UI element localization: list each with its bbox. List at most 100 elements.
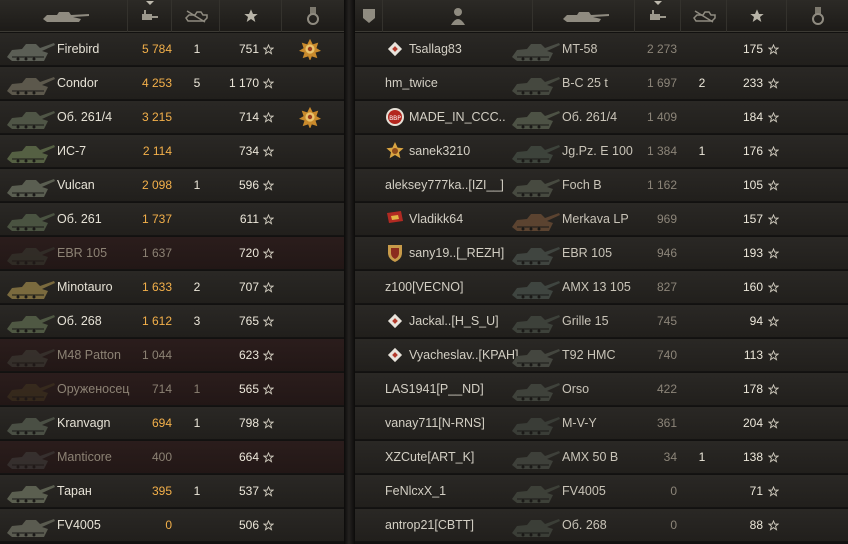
enemy-player-row[interactable]: aleksey777ka..[IZI__] Foch B1 162 105 [355,169,848,202]
damage-value: 740 [656,348,677,362]
damage-value: 1 633 [141,280,172,294]
destroyed-column-header[interactable] [681,0,727,32]
star-icon [767,315,780,327]
platoon-column-header[interactable] [355,0,383,32]
enemy-player-row[interactable]: sanek3210 Jg.Pz. E 100 1 384 1 176 [355,135,848,168]
kills-value [689,305,715,338]
shield-badge-icon [385,243,405,263]
tank-icon [509,137,561,166]
xp-value: 596 [238,178,259,192]
ally-player-row[interactable]: ИС-7 2 114 734 [0,135,344,168]
tank-icon [4,205,56,234]
enemy-player-row[interactable]: Vladikk64 Merkava LP 969 157 [355,203,848,236]
enemy-player-row[interactable]: sany19..[_REZH] EBR 105 946 193 [355,237,848,270]
kills-value: 1 [698,450,706,464]
enemy-player-row[interactable]: vanay711[N-RNS] M-V-Y 361 204 [355,407,848,440]
xp-value: 720 [238,246,259,260]
damage-value: 1 384 [646,144,677,158]
tank-name: Об. 261/4 [57,110,113,124]
enemy-player-row[interactable]: Tsallag83 MT-58 2 273 175 [355,33,848,66]
tank-name: Jg.Pz. E 100 [562,144,633,158]
tank-name: FV4005 [57,518,101,532]
svg-text:BBP: BBP [389,115,401,122]
damage-value: 0 [670,484,677,498]
destroyed-column-header[interactable] [172,0,220,32]
kills-value [182,509,212,542]
damage-column-header[interactable] [635,0,681,32]
kills-value [689,169,715,202]
enemy-player-row[interactable]: FeNlcxX_1 FV4005 0 71 [355,475,848,508]
tank-icon [4,307,56,336]
damage-column-header[interactable] [128,0,172,32]
kills-value [689,475,715,508]
tank-column-header[interactable] [533,0,635,32]
kills-value: 1 [193,416,201,430]
enemy-player-row[interactable]: BBP MADE_IN_CCC.. Об. 261/4 1 409 184 [355,101,848,134]
tank-icon [4,171,56,200]
enemy-player-row[interactable]: z100[VECNO] AMX 13 105 827 160 [355,271,848,304]
enemy-player-row[interactable]: Jackal..[H_S_U] Grille 15 745 94 [355,305,848,338]
star-icon [767,77,780,89]
star-icon [262,315,275,327]
kills-value: 1 [193,42,201,56]
xp-value: 623 [238,348,259,362]
damage-value: 1 637 [141,246,172,260]
ally-player-row[interactable]: FV4005 0 506 [0,509,344,542]
damage-value: 0 [670,518,677,532]
tank-icon [555,7,613,25]
ally-player-row[interactable]: EBR 105 1 637 720 [0,237,344,270]
destroyed-tank-icon [691,9,717,23]
medal-column-header[interactable] [787,0,848,32]
ally-player-row[interactable]: Об. 261 1 737 611 [0,203,344,236]
ally-player-row[interactable]: Vulcan 2 098 1 596 [0,169,344,202]
tank-column-header[interactable] [0,0,128,32]
tank-name: FV4005 [562,484,606,498]
medal-column-header[interactable] [282,0,344,32]
star-icon [262,43,275,55]
enemy-player-row[interactable]: Vyacheslav..[KPAH] T92 HMC 740 113 [355,339,848,372]
tank-name: T92 HMC [562,348,616,362]
ally-player-row[interactable]: Manticore 400 664 [0,441,344,474]
ally-player-row[interactable]: Таран 395 1 537 [0,475,344,508]
enemy-player-row[interactable]: XZCute[ART_K] AMX 50 B 34 1 138 [355,441,848,474]
tank-name: Merkava LP [562,212,629,226]
star-icon [749,8,765,24]
ally-player-row[interactable]: Об. 268 1 612 3 765 [0,305,344,338]
enemy-player-row[interactable]: LAS1941[P__ND] Orso 422 178 [355,373,848,406]
ally-player-row[interactable]: Оруженосец 714 1 565 [0,373,344,406]
star-icon [262,247,275,259]
ally-player-row[interactable]: M48 Patton 1 044 623 [0,339,344,372]
enemy-player-row[interactable]: antrop21[CBTT] Об. 268 0 88 [355,509,848,542]
ally-player-row[interactable]: Firebird 5 784 1 751 [0,33,344,66]
kills-value [689,407,715,440]
tank-icon [509,341,561,370]
medal-icon[interactable] [299,38,321,61]
tank-name: EBR 105 [562,246,613,260]
kills-value: 2 [193,280,201,294]
ally-player-row[interactable]: Minotauro 1 633 2 707 [0,271,344,304]
star-icon [767,145,780,157]
tank-name: AMX 50 B [562,450,619,464]
xp-value: 160 [742,280,763,294]
tank-name: Vulcan [57,178,95,192]
tank-icon [509,171,561,200]
ally-player-row[interactable]: Об. 261/4 3 215 714 [0,101,344,134]
kills-value [689,271,715,304]
ally-player-row[interactable]: Kranvagn 694 1 798 [0,407,344,440]
player-column-header[interactable] [383,0,533,32]
damage-value: 694 [151,416,172,430]
tank-icon [509,443,561,472]
tank-name: M-V-Y [562,416,597,430]
ally-player-row[interactable]: Condor 4 253 5 1 170 [0,67,344,100]
medal-icon[interactable] [299,106,321,129]
enemy-player-row[interactable]: hm_twice B-C 25 t1 697 2 233 [355,67,848,100]
xp-column-header[interactable] [220,0,282,32]
star-icon [767,281,780,293]
damage-value: 714 [151,382,172,396]
damage-value: 969 [656,212,677,226]
panel-divider [344,0,355,544]
tank-name: Orso [562,382,590,396]
xp-column-header[interactable] [727,0,787,32]
star-icon [262,179,275,191]
sort-arrow-icon [653,1,662,5]
